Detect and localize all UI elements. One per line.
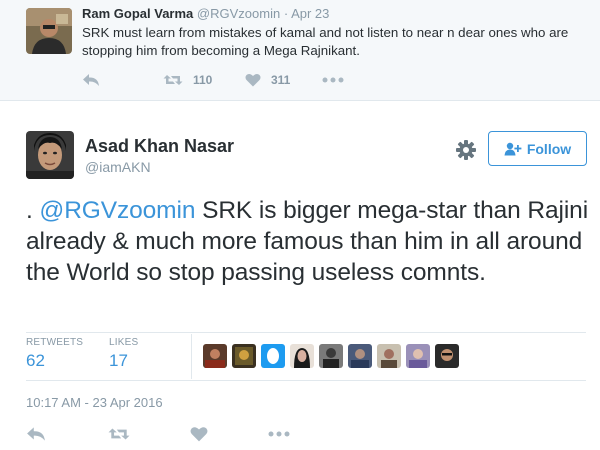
more-button[interactable] — [268, 424, 290, 444]
reply-button[interactable] — [26, 424, 46, 444]
likes-label: LIKES — [109, 337, 139, 348]
settings-gear-button[interactable] — [455, 139, 477, 161]
liker-avatar[interactable] — [319, 344, 343, 368]
avatar-photo-icon — [406, 344, 430, 368]
tweet-timestamp[interactable]: 10:17 AM - 23 Apr 2016 — [26, 395, 163, 410]
avatar-photo-icon — [26, 131, 74, 179]
main-tweet-actions — [26, 424, 326, 444]
like-button[interactable] — [190, 424, 208, 444]
liker-avatar[interactable] — [348, 344, 372, 368]
gear-icon — [456, 140, 476, 160]
liker-avatar[interactable] — [203, 344, 227, 368]
parent-retweet-button[interactable]: 110 — [163, 70, 212, 90]
heart-icon — [190, 427, 208, 442]
parent-tweet-header: Ram Gopal Varma @RGVzoomin · Apr 23 — [82, 6, 329, 21]
parent-like-button[interactable]: 311 — [245, 70, 290, 90]
avatar-photo-icon — [290, 344, 314, 368]
liker-avatar[interactable] — [435, 344, 459, 368]
avatar-photo-icon — [232, 344, 256, 368]
parent-author-handle[interactable]: @RGVzoomin — [197, 6, 280, 21]
avatar-photo-icon — [319, 344, 343, 368]
avatar-photo-icon — [435, 344, 459, 368]
parent-author-avatar[interactable] — [26, 8, 72, 54]
more-icon — [268, 431, 290, 437]
parent-retweet-count: 110 — [193, 73, 213, 87]
avatar-photo-icon — [261, 344, 285, 368]
retweet-icon — [163, 75, 183, 85]
parent-tweet[interactable]: Ram Gopal Varma @RGVzoomin · Apr 23 SRK … — [0, 0, 600, 101]
liker-avatar[interactable] — [261, 344, 285, 368]
parent-tweet-actions: 110 311 — [82, 70, 382, 90]
likes-value: 17 — [109, 351, 128, 370]
parent-like-count: 311 — [271, 73, 291, 87]
reply-icon — [27, 427, 45, 441]
header-separator: · — [283, 6, 289, 21]
main-author-handle[interactable]: @iamAKN — [85, 159, 151, 175]
tweet-text-prefix: . — [26, 197, 40, 224]
liker-avatar[interactable] — [377, 344, 401, 368]
parent-more-button[interactable] — [322, 70, 344, 90]
follow-button[interactable]: Follow — [488, 131, 587, 166]
stats-divider-bottom — [26, 380, 586, 381]
liker-avatar[interactable] — [406, 344, 430, 368]
parent-reply-button[interactable] — [82, 70, 100, 90]
liker-avatar[interactable] — [290, 344, 314, 368]
add-user-icon — [504, 142, 522, 155]
retweet-icon — [108, 428, 130, 440]
retweets-label: RETWEETS — [26, 337, 84, 348]
follow-button-label: Follow — [526, 140, 572, 157]
retweet-button[interactable] — [108, 424, 130, 444]
likes-stat[interactable]: LIKES 17 — [109, 337, 138, 371]
heart-icon — [245, 73, 261, 87]
avatar-photo-icon — [203, 344, 227, 368]
main-author-name[interactable]: Asad Khan Nasar — [85, 136, 234, 157]
avatar-photo-icon — [377, 344, 401, 368]
stats-divider-top — [26, 332, 586, 333]
retweets-stat[interactable]: RETWEETS 62 — [26, 337, 83, 371]
more-icon — [322, 77, 344, 83]
avatar-photo-icon — [348, 344, 372, 368]
parent-author-name[interactable]: Ram Gopal Varma — [82, 6, 193, 21]
parent-tweet-text: SRK must learn from mistakes of kamal an… — [82, 25, 569, 58]
main-author-avatar[interactable] — [26, 131, 74, 179]
stats-separator — [191, 334, 192, 379]
main-tweet-text: . @RGVzoomin SRK is bigger mega-star tha… — [26, 195, 592, 288]
reply-icon — [83, 74, 99, 86]
mention-link[interactable]: @RGVzoomin — [39, 197, 195, 224]
retweets-value: 62 — [26, 351, 45, 370]
liker-avatar[interactable] — [232, 344, 256, 368]
parent-tweet-date[interactable]: Apr 23 — [291, 6, 329, 21]
avatar-photo-icon — [26, 8, 72, 54]
